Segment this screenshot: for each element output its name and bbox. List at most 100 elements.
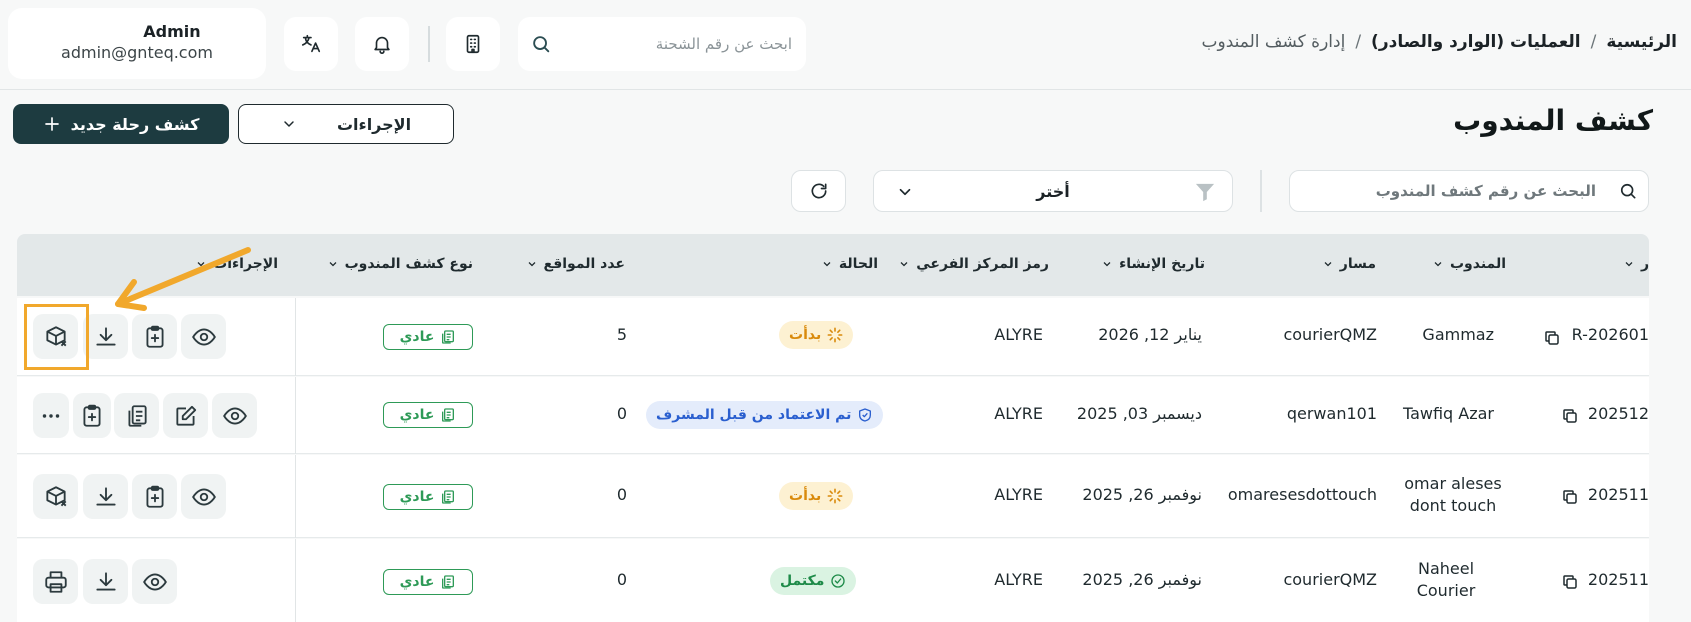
column-header-created[interactable]: تاريخ الإنشاء (1101, 256, 1205, 272)
status-label: بدأت (789, 488, 822, 504)
column-header-label: المندوب (1449, 256, 1506, 272)
status-label: تم الاعتماد من قبل المشرف (656, 407, 852, 423)
more-button[interactable] (33, 393, 69, 438)
type-badge: عادي (383, 402, 473, 428)
chevron-down-icon (823, 262, 831, 267)
new-trip-sheet-button[interactable]: كشف رحلة جديد (13, 104, 229, 144)
type-label: عادي (399, 329, 435, 345)
refresh-button[interactable] (791, 170, 846, 212)
cell-sites: 0 (616, 404, 627, 423)
edit-icon (175, 405, 196, 426)
search-icon (1620, 183, 1636, 199)
copy-icon[interactable] (1561, 573, 1579, 591)
shipment-search-input[interactable] (564, 17, 792, 71)
top-bar: Admin admin@gnteq.com الرئيسية / العمليات … (0, 0, 1691, 90)
actions-dropdown[interactable]: الإجراءات (238, 104, 454, 144)
table-row: R-202601 Gammaz courierQMZ يناير 12, 202… (17, 298, 1649, 376)
clipboard-plus-icon (83, 404, 101, 427)
table-header: ر المندوب مسار تاريخ الإنشاء رمز المركز … (17, 234, 1649, 296)
document-stack-icon (442, 330, 455, 344)
more-icon (42, 413, 60, 418)
breadcrumb-separator: / (1590, 32, 1597, 52)
trip-sheet-search-input[interactable] (1290, 171, 1602, 211)
copy-icon[interactable] (1561, 407, 1579, 425)
column-header-route[interactable]: مسار (1322, 256, 1376, 272)
clipboard-add-button[interactable] (132, 474, 177, 519)
notifications-button[interactable] (355, 17, 409, 71)
cell-id: R-202601 (1571, 325, 1649, 344)
language-button[interactable] (284, 17, 338, 71)
view-button[interactable] (212, 393, 257, 438)
breadcrumb-operations[interactable]: العمليات (الوارد والصادر) (1371, 32, 1581, 52)
column-header-courier[interactable]: المندوب (1432, 256, 1506, 272)
cell-route: courierQMZ (1283, 570, 1377, 589)
cell-created: يناير 12, 2026 (1098, 325, 1202, 344)
view-button[interactable] (132, 559, 177, 604)
chevron-down-icon (899, 188, 911, 196)
column-header-id[interactable]: ر (1623, 256, 1649, 272)
download-icon (95, 571, 116, 591)
status-badge: تم الاعتماد من قبل المشرف (646, 401, 884, 429)
chevron-down-icon (329, 262, 337, 267)
documents-button[interactable] (114, 393, 159, 438)
user-email: admin@gnteq.com (61, 43, 213, 62)
download-button[interactable] (83, 474, 128, 519)
breadcrumb-home[interactable]: الرئيسية (1606, 32, 1677, 52)
copy-icon[interactable] (1543, 329, 1561, 347)
shield-check-icon (859, 408, 872, 422)
chevron-down-icon (1625, 262, 1633, 267)
user-profile[interactable]: Admin admin@gnteq.com (8, 8, 266, 79)
building-icon (466, 34, 480, 54)
download-button[interactable] (83, 559, 128, 604)
refresh-icon (811, 183, 826, 199)
filter-select[interactable]: أختر (873, 170, 1233, 212)
page-title: كشف المندوب (1453, 104, 1653, 137)
eye-icon (191, 487, 216, 506)
column-header-label: عدد المواقع (543, 256, 625, 272)
cell-courier: Gammaz (1422, 325, 1494, 344)
new-trip-sheet-label: كشف رحلة جديد (70, 114, 200, 134)
cell-route: qerwan101 (1286, 404, 1377, 423)
branch-button[interactable] (446, 17, 500, 71)
column-header-type[interactable]: نوع كشف المندوب (327, 256, 473, 272)
highlight-box (24, 304, 89, 370)
cell-sites: 0 (616, 485, 627, 504)
eye-icon (142, 572, 167, 591)
print-button[interactable] (33, 559, 78, 604)
view-button[interactable] (181, 314, 226, 359)
cell-created: ديسمبر 03, 2025 (1076, 404, 1202, 423)
document-stack-icon (442, 490, 455, 504)
type-label: عادي (399, 489, 435, 505)
download-button[interactable] (83, 314, 128, 359)
topbar-divider (428, 26, 430, 62)
actions-dropdown-label: الإجراءات (336, 114, 412, 134)
cell-id: 202511 (1587, 485, 1649, 504)
cell-id: 202511 (1587, 570, 1649, 589)
type-label: عادي (399, 407, 435, 423)
cell-created: نوفمبر 26, 2025 (1082, 570, 1202, 589)
printer-icon (44, 570, 67, 593)
copy-icon[interactable] (1561, 488, 1579, 506)
clipboard-add-button[interactable] (132, 314, 177, 359)
column-header-sites[interactable]: عدد المواقع (526, 256, 625, 272)
plus-icon (44, 117, 59, 131)
chevron-down-icon (284, 121, 294, 127)
actions-divider (295, 539, 296, 622)
shipment-search[interactable] (518, 17, 806, 71)
table-row: 202511 omar aleses dont touch omaresesdo… (17, 455, 1649, 538)
view-button[interactable] (181, 474, 226, 519)
cell-route: omaresesdottouch (1227, 485, 1377, 504)
type-badge: عادي (383, 569, 473, 595)
table-row: 202512 Tawfiq Azar qerwan101 ديسمبر 03, … (17, 377, 1649, 454)
trip-sheet-search[interactable] (1289, 170, 1649, 212)
cell-branch: ALYRE (994, 485, 1043, 504)
filter-select-value: أختر (1036, 181, 1070, 201)
check-circle-icon (831, 574, 846, 588)
column-header-branch[interactable]: رمز المركز الفرعي (898, 256, 1049, 272)
edit-button[interactable] (163, 393, 208, 438)
type-badge: عادي (383, 324, 473, 350)
clipboard-add-button[interactable] (73, 393, 111, 438)
actions-divider (295, 455, 296, 538)
cancel-package-button[interactable] (33, 474, 78, 519)
column-header-status[interactable]: الحالة (821, 256, 878, 272)
